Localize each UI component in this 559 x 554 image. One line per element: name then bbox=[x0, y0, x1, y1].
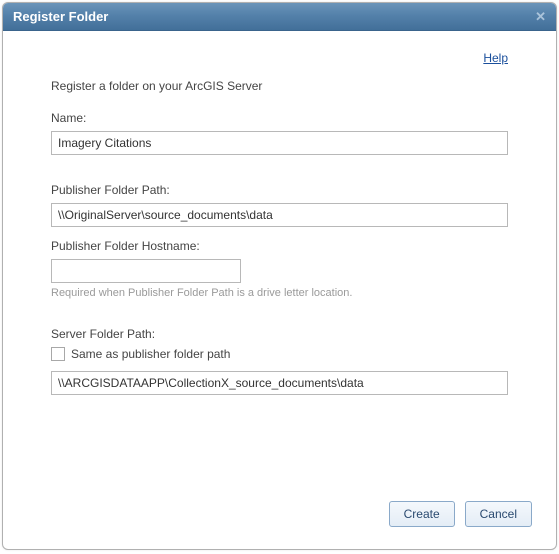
same-as-checkbox-row: Same as publisher folder path bbox=[51, 347, 508, 361]
publisher-hostname-hint: Required when Publisher Folder Path is a… bbox=[51, 287, 508, 299]
same-as-checkbox[interactable] bbox=[51, 347, 65, 361]
publisher-path-label: Publisher Folder Path: bbox=[51, 183, 508, 197]
create-button[interactable]: Create bbox=[389, 501, 455, 527]
dialog-content: Help Register a folder on your ArcGIS Se… bbox=[3, 31, 556, 415]
register-folder-dialog: Register Folder ✕ Help Register a folder… bbox=[2, 2, 557, 550]
name-input[interactable] bbox=[51, 131, 508, 155]
server-path-input[interactable] bbox=[51, 371, 508, 395]
intro-text: Register a folder on your ArcGIS Server bbox=[51, 79, 508, 93]
close-icon[interactable]: ✕ bbox=[535, 9, 546, 25]
help-link[interactable]: Help bbox=[483, 51, 508, 65]
server-path-label: Server Folder Path: bbox=[51, 327, 508, 341]
publisher-path-input[interactable] bbox=[51, 203, 508, 227]
cancel-button[interactable]: Cancel bbox=[465, 501, 532, 527]
name-label: Name: bbox=[51, 111, 508, 125]
titlebar: Register Folder ✕ bbox=[3, 3, 556, 31]
publisher-hostname-input[interactable] bbox=[51, 259, 241, 283]
help-row: Help bbox=[51, 51, 508, 65]
button-row: Create Cancel bbox=[389, 501, 532, 527]
dialog-title: Register Folder bbox=[13, 9, 108, 24]
publisher-hostname-label: Publisher Folder Hostname: bbox=[51, 239, 508, 253]
same-as-label: Same as publisher folder path bbox=[71, 347, 230, 361]
